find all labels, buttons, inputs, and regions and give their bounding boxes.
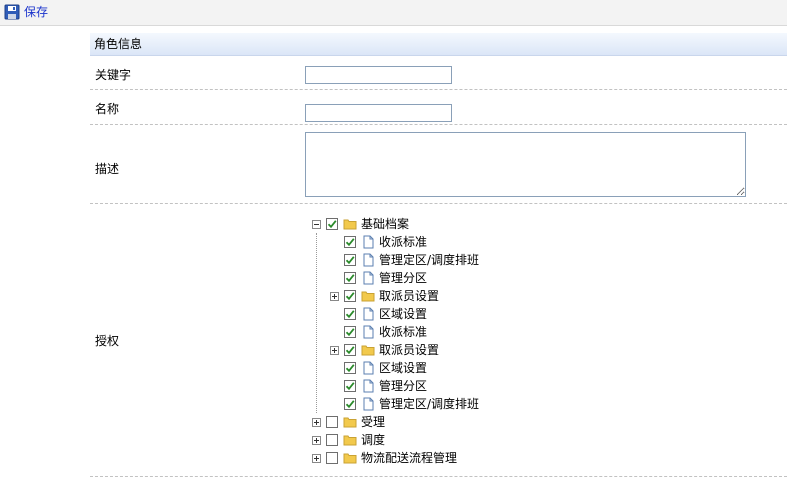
checkbox-checked[interactable] [326,218,338,230]
tree-node-label: 物流配送流程管理 [361,451,458,465]
tree-node-label: 基础档案 [361,217,410,231]
tree-node-label: 区域设置 [379,307,428,321]
file-icon [361,325,375,339]
file-icon [361,397,375,411]
section-header: 角色信息 [90,33,787,56]
expand-icon[interactable] [312,435,321,445]
description-label: 描述 [95,162,120,176]
description-row: 描述 [90,125,787,204]
name-input[interactable] [305,104,452,122]
tree-node-label: 收派标准 [379,325,428,339]
tree-node[interactable]: 管理定区/调度排班 [330,251,479,269]
file-icon [361,235,375,249]
file-icon [361,307,375,321]
checkbox-checked[interactable] [344,290,356,302]
tree-children: 收派标准 管理定区/调度排班 管理分区 取派员设置 区域设置 收派标准 取派员设… [330,233,479,413]
name-label: 名称 [95,102,120,116]
checkbox-unchecked[interactable] [326,416,338,428]
tree-node-label: 管理分区 [379,379,428,393]
tree-node-label: 区域设置 [379,361,428,375]
folder-icon [343,451,357,465]
tree-node[interactable]: 收派标准 [330,233,479,251]
expand-icon[interactable] [312,453,321,463]
toolbar: 保存 [0,0,787,26]
checkbox-checked[interactable] [344,254,356,266]
checkbox-unchecked[interactable] [326,434,338,446]
folder-icon [343,217,357,231]
tree-node-label: 管理定区/调度排班 [379,397,480,411]
tree-node[interactable]: 管理分区 [330,377,479,395]
tree-node-label: 取派员设置 [379,343,440,357]
authorization-row: 授权 基础档案 收派标准 管理定区/调度排班 管理分区 取派员设置 区域设置 收… [90,204,787,477]
tree-node[interactable]: 区域设置 [330,305,479,323]
folder-icon [343,433,357,447]
save-label: 保存 [24,5,49,19]
collapse-icon[interactable] [312,219,321,229]
tree-node-label: 收派标准 [379,235,428,249]
description-textarea[interactable] [305,132,746,197]
name-row: 名称 [90,90,787,125]
tree-node[interactable]: 取派员设置 [330,287,479,305]
expand-icon[interactable] [312,417,321,427]
keyword-label: 关键字 [95,68,132,82]
tree-node-logistics[interactable]: 物流配送流程管理 [312,449,479,467]
folder-icon [343,415,357,429]
checkbox-checked[interactable] [344,398,356,410]
tree-node[interactable]: 管理定区/调度排班 [330,395,479,413]
file-icon [361,253,375,267]
tree-node-label: 调度 [361,433,386,447]
checkbox-checked[interactable] [344,308,356,320]
tree-node[interactable]: 区域设置 [330,359,479,377]
expand-icon[interactable] [330,345,339,355]
checkbox-checked[interactable] [344,326,356,338]
checkbox-checked[interactable] [344,380,356,392]
tree-node[interactable]: 收派标准 [330,323,479,341]
role-form: 角色信息 关键字 名称 描述 授权 基础档案 收派标准 管理定区/调度排班 管理… [90,33,787,477]
tree-node-dispatch[interactable]: 调度 [312,431,479,449]
expand-icon[interactable] [330,291,339,301]
save-button[interactable]: 保存 [4,3,48,21]
checkbox-checked[interactable] [344,344,356,356]
tree-node-label: 管理定区/调度排班 [379,253,480,267]
folder-icon [361,289,375,303]
file-icon [361,379,375,393]
file-icon [361,361,375,375]
tree-connector [316,233,317,413]
save-icon [4,4,20,20]
checkbox-checked[interactable] [344,272,356,284]
authorization-label: 授权 [95,334,120,348]
tree-node[interactable]: 取派员设置 [330,341,479,359]
tree-node-root[interactable]: 基础档案 [312,215,479,233]
tree-node-label: 受理 [361,415,386,429]
tree-node[interactable]: 管理分区 [330,269,479,287]
folder-icon [361,343,375,357]
checkbox-checked[interactable] [344,362,356,374]
tree-node-label: 管理分区 [379,271,428,285]
file-icon [361,271,375,285]
permission-tree: 基础档案 收派标准 管理定区/调度排班 管理分区 取派员设置 区域设置 收派标准… [312,215,479,467]
keyword-input[interactable] [305,66,452,84]
tree-node-label: 取派员设置 [379,289,440,303]
checkbox-checked[interactable] [344,236,356,248]
keyword-row: 关键字 [90,56,787,90]
checkbox-unchecked[interactable] [326,452,338,464]
tree-node-accept[interactable]: 受理 [312,413,479,431]
